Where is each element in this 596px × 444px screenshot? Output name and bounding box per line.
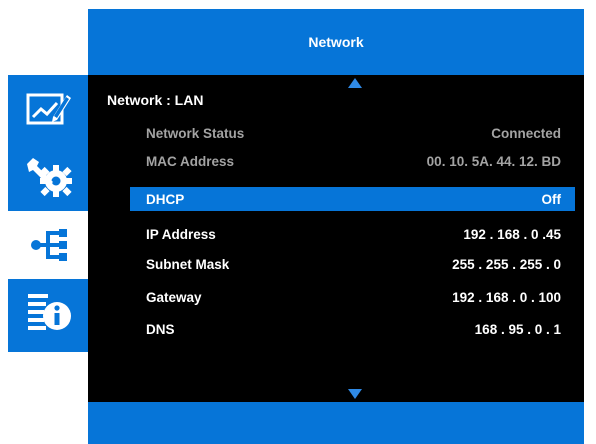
information-icon <box>28 294 71 330</box>
subnet-mask-row[interactable]: Subnet Mask 255 . 255 . 255 . 0 <box>130 252 575 276</box>
dns-row[interactable]: DNS 168 . 95 . 0 . 1 <box>130 317 575 341</box>
dhcp-row[interactable]: DHCP Off <box>130 187 575 211</box>
scroll-down-arrow-icon[interactable] <box>348 389 362 399</box>
tab-image-settings[interactable] <box>8 75 88 143</box>
section-label: Network : LAN <box>107 92 204 108</box>
image-settings-icon <box>26 93 71 125</box>
dhcp-value: Off <box>541 191 562 207</box>
ip-address-value: 192 . 168 . 0 .45 <box>463 226 561 242</box>
network-status-label: Network Status <box>146 125 245 141</box>
menu-footer <box>88 402 584 444</box>
menu-sidebar <box>8 75 88 352</box>
network-panel: Network : LAN Network Status Connected M… <box>88 75 584 402</box>
subnet-mask-label: Subnet Mask <box>146 256 230 272</box>
dhcp-label: DHCP <box>146 191 185 207</box>
scroll-up-arrow-icon[interactable] <box>348 78 362 88</box>
gateway-label: Gateway <box>146 289 202 305</box>
dns-label: DNS <box>146 321 175 337</box>
tab-network[interactable] <box>8 211 88 279</box>
ip-address-label: IP Address <box>146 226 216 242</box>
gateway-row[interactable]: Gateway 192 . 168 . 0 . 100 <box>130 285 575 309</box>
gateway-value: 192 . 168 . 0 . 100 <box>452 289 561 305</box>
network-status-value: Connected <box>491 125 561 141</box>
mac-address-value: 00. 10. 5A. 44. 12. BD <box>426 153 561 169</box>
dns-value: 168 . 95 . 0 . 1 <box>474 321 561 337</box>
settings-tools-icon <box>27 158 72 197</box>
menu-title: Network <box>308 34 364 50</box>
ip-address-row[interactable]: IP Address 192 . 168 . 0 .45 <box>130 222 575 246</box>
subnet-mask-value: 255 . 255 . 255 . 0 <box>452 256 561 272</box>
mac-address-label: MAC Address <box>146 153 235 169</box>
network-icon <box>31 229 67 261</box>
menu-header: Network <box>88 9 584 75</box>
tab-settings-tools[interactable] <box>8 143 88 211</box>
tab-information[interactable] <box>8 279 88 347</box>
mac-address-row: MAC Address 00. 10. 5A. 44. 12. BD <box>130 149 575 173</box>
network-status-row: Network Status Connected <box>130 121 575 145</box>
